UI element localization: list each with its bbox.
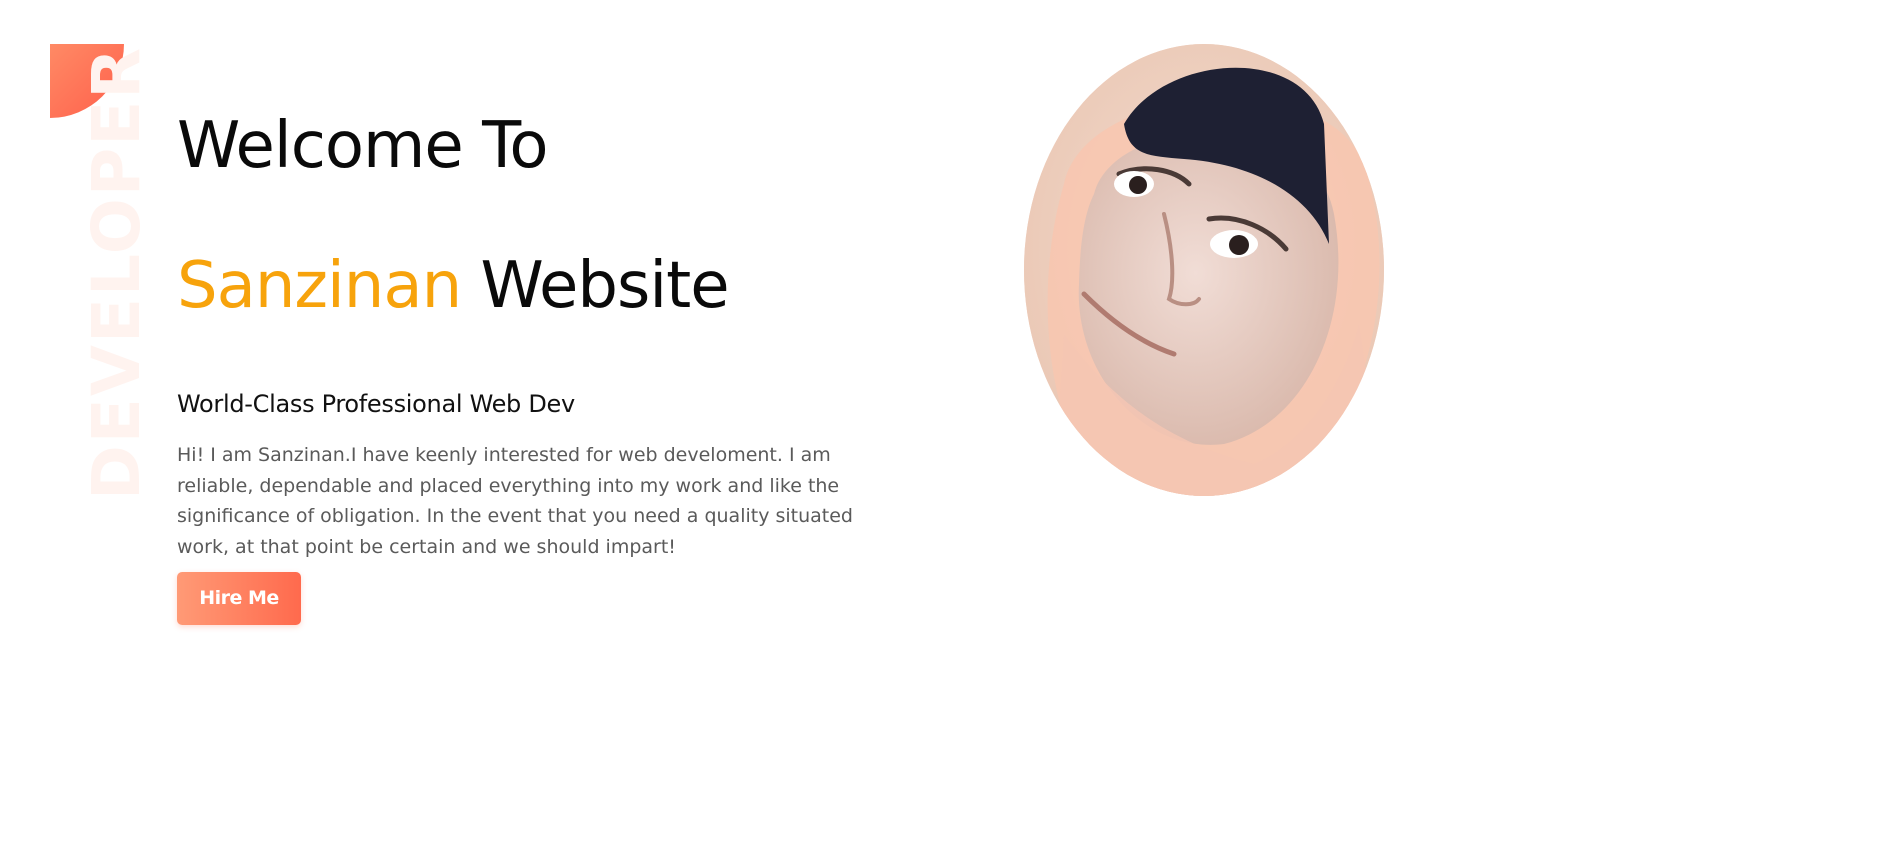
profile-photo	[1024, 44, 1384, 496]
hero-name-accent: Sanzinan	[177, 249, 462, 323]
hero-section: Welcome To Sanzinan Website World-Class …	[177, 100, 917, 625]
hire-me-button[interactable]: Hire Me	[177, 572, 301, 625]
hero-title-line2: Sanzinan Website	[177, 254, 917, 318]
hero-title-line1: Welcome To	[177, 109, 548, 183]
vertical-decorative-word: DEVELOPER	[78, 45, 155, 500]
hero-title-rest: Website	[461, 249, 729, 323]
profile-photo-illustration	[1024, 44, 1384, 496]
hero-subtitle: World-Class Professional Web Dev	[177, 390, 575, 418]
hero-description: Hi! I am Sanzinan.I have keenly interest…	[177, 444, 853, 558]
page: DEVELOPER Welcome To Sanzinan Website Wo…	[0, 0, 1890, 854]
